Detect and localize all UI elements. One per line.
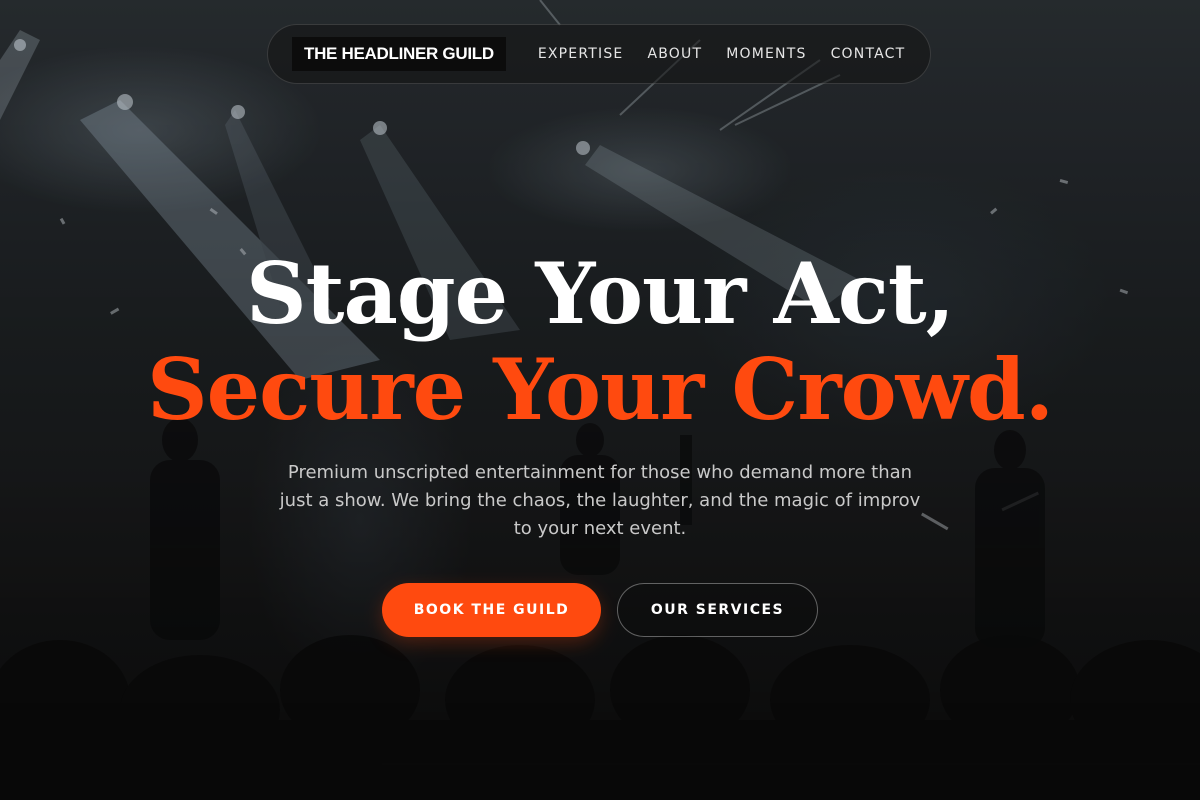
hero-section: THE HEADLINER GUILD EXPERTISE ABOUT MOME… — [0, 0, 1200, 800]
hero-headline-line-1: Stage Your Act, — [246, 244, 955, 343]
nav-link-moments[interactable]: MOMENTS — [726, 46, 806, 62]
nav-links: EXPERTISE ABOUT MOMENTS CONTACT — [538, 46, 906, 62]
hero-subtitle: Premium unscripted entertainment for tho… — [279, 462, 921, 539]
our-services-button[interactable]: OUR SERVICES — [617, 583, 818, 637]
hero-headline-line-2: Secure Your Crowd. — [147, 340, 1054, 439]
nav-link-about[interactable]: ABOUT — [647, 46, 702, 62]
top-navigation-bar: THE HEADLINER GUILD EXPERTISE ABOUT MOME… — [267, 24, 931, 84]
nav-link-expertise[interactable]: EXPERTISE — [538, 46, 624, 62]
nav-link-contact[interactable]: CONTACT — [831, 46, 906, 62]
brand-logo[interactable]: THE HEADLINER GUILD — [292, 37, 506, 71]
book-the-guild-button[interactable]: BOOK THE GUILD — [382, 583, 601, 637]
